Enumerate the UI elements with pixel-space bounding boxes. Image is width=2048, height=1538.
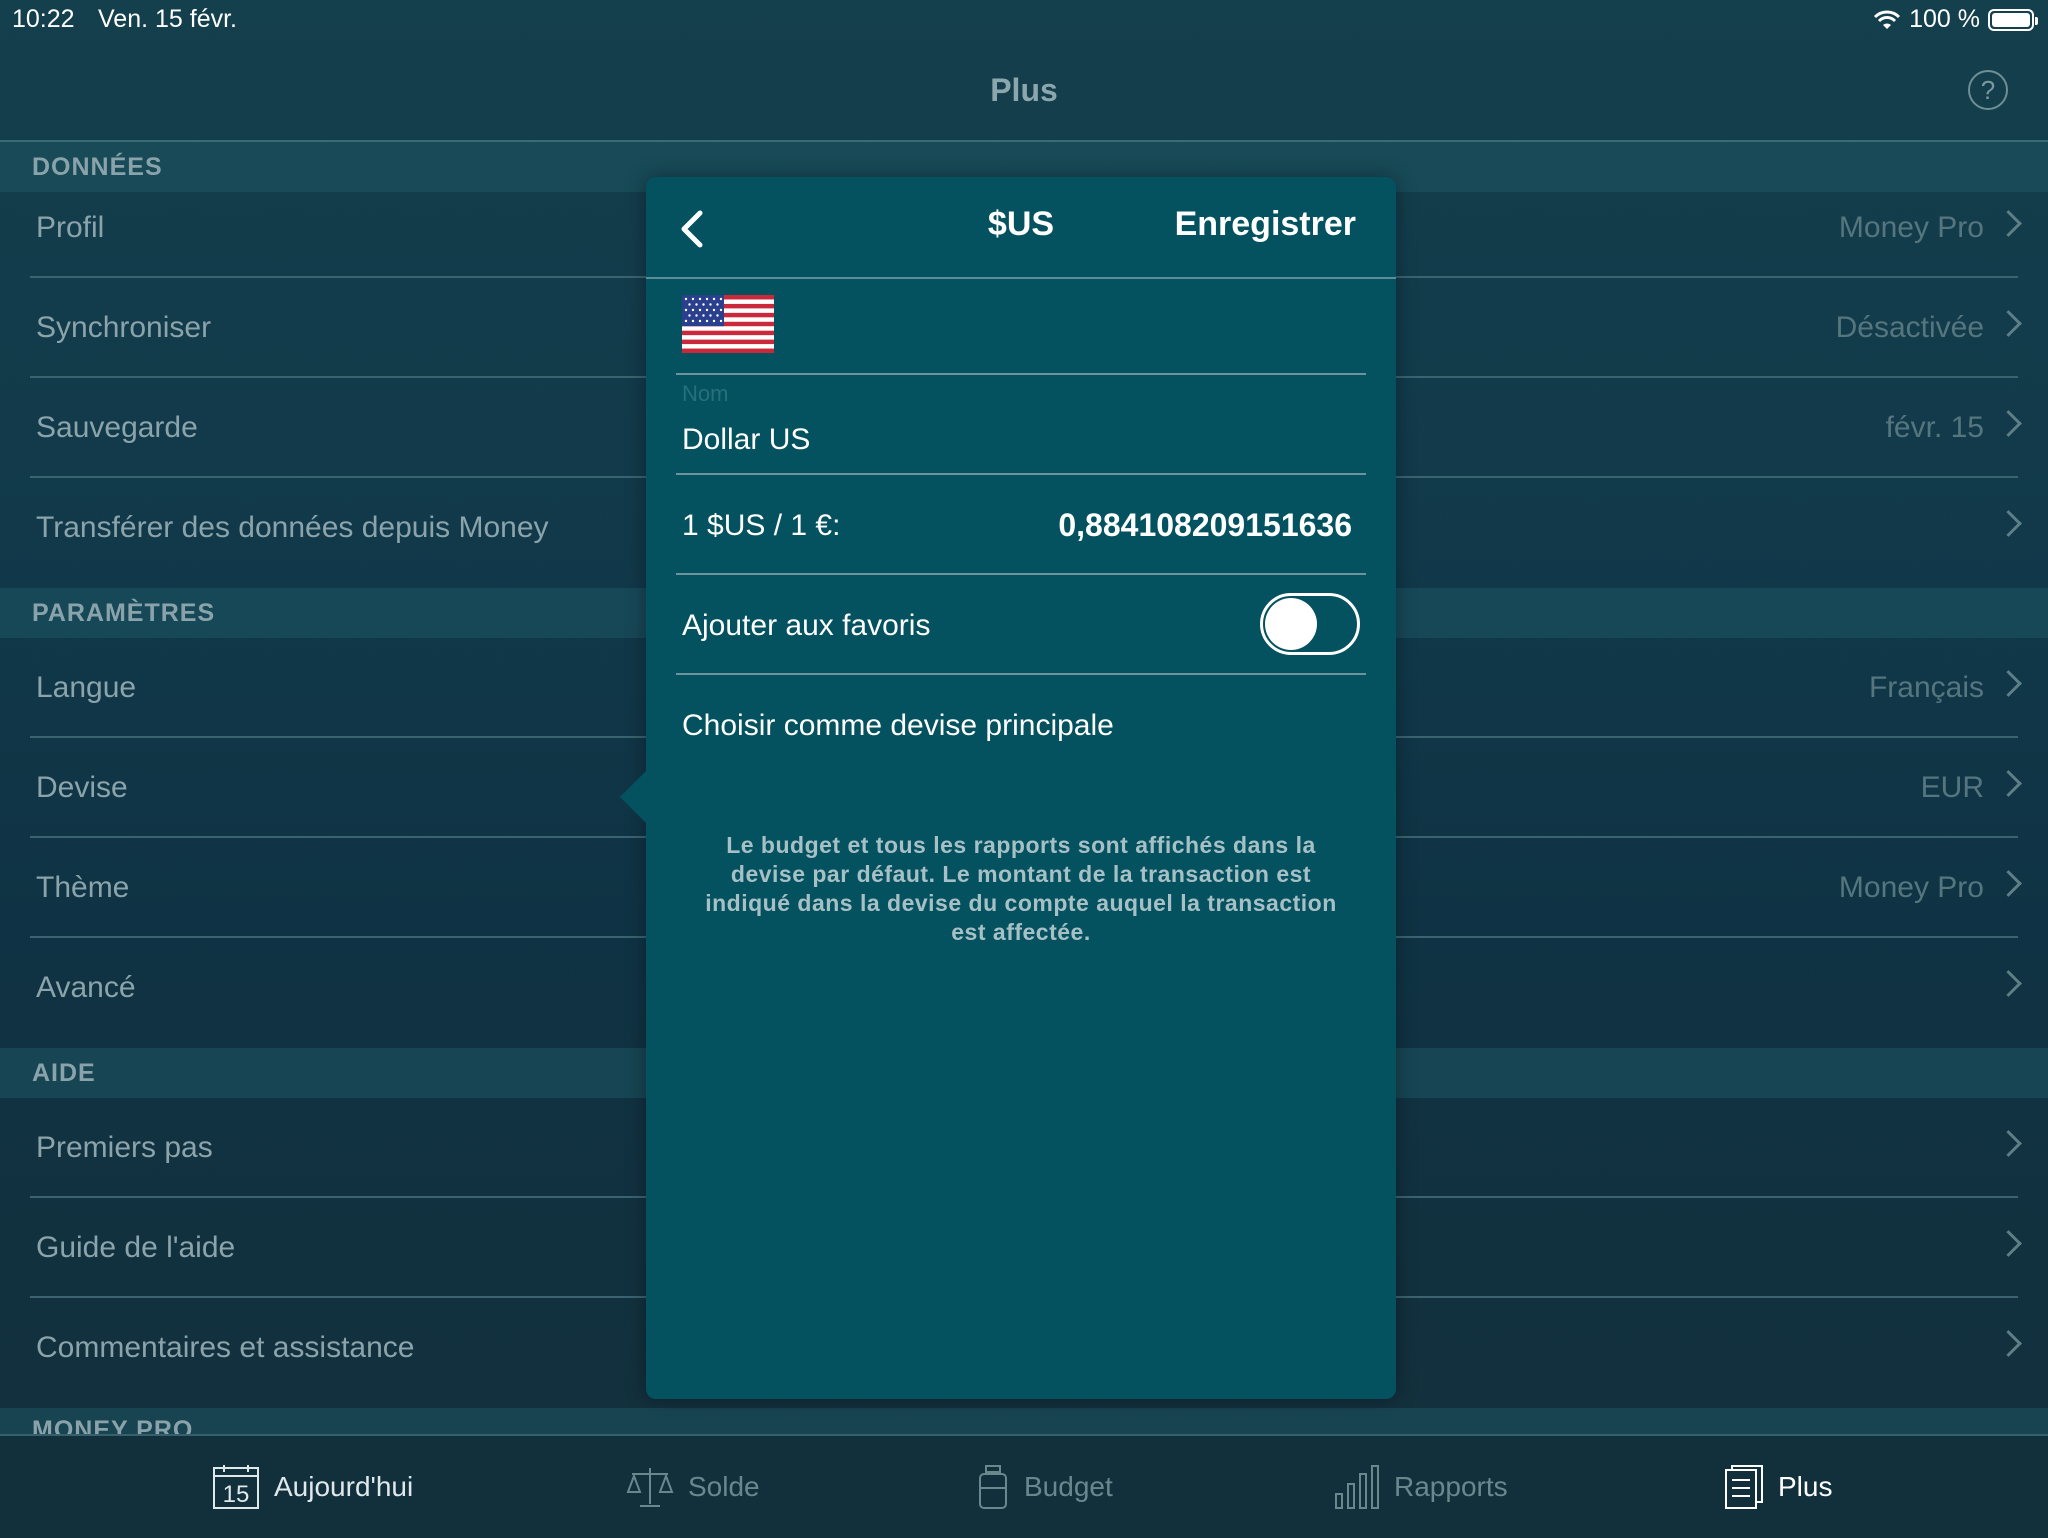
chevron-right-icon bbox=[1995, 1330, 2022, 1357]
tab-balance[interactable]: Solde bbox=[626, 1462, 760, 1512]
tab-label: Solde bbox=[688, 1471, 760, 1502]
row-label: Commentaires et assistance bbox=[36, 1331, 415, 1364]
page-title: Plus bbox=[990, 72, 1058, 108]
exchange-rate-label: 1 $US / 1 €: bbox=[682, 509, 841, 542]
tab-label: Plus bbox=[1778, 1471, 1833, 1502]
row-value: EUR bbox=[1920, 771, 1984, 804]
status-time: 10:22 bbox=[12, 5, 75, 33]
chevron-right-icon bbox=[1995, 1130, 2022, 1157]
status-date: Ven. 15 févr. bbox=[98, 5, 237, 33]
status-bar: 10:22 Ven. 15 févr. 100 % bbox=[0, 0, 2048, 40]
battery-percent: 100 % bbox=[1909, 5, 1980, 33]
scale-icon bbox=[626, 1468, 674, 1507]
currency-info-note: Le budget et tous les rapports sont affi… bbox=[705, 832, 1337, 945]
tab-label: Budget bbox=[1024, 1471, 1113, 1502]
tab-reports[interactable]: Rapports bbox=[1334, 1462, 1508, 1512]
row-label: Sauvegarde bbox=[36, 411, 198, 444]
us-flag-icon[interactable] bbox=[682, 295, 774, 353]
section-header-moneypro: MONEY PRO bbox=[0, 1408, 2048, 1434]
row-label: Premiers pas bbox=[36, 1131, 213, 1164]
name-field[interactable]: Dollar US bbox=[682, 423, 810, 457]
tab-label: Rapports bbox=[1394, 1471, 1508, 1502]
row-value: Money Pro bbox=[1838, 871, 1984, 904]
row-value: Money Pro bbox=[1838, 211, 1984, 244]
tab-today[interactable]: 15 Aujourd'hui bbox=[212, 1462, 413, 1512]
popover-divider bbox=[676, 573, 1366, 575]
chevron-right-icon bbox=[1995, 870, 2022, 897]
row-label: Avancé bbox=[36, 971, 136, 1004]
chevron-right-icon bbox=[1995, 1230, 2022, 1257]
row-label: Devise bbox=[36, 771, 128, 804]
row-value: févr. 15 bbox=[1885, 411, 1984, 444]
tab-bar: 15 Aujourd'hui Solde Budget Rapports Plu… bbox=[0, 1434, 2048, 1538]
bar-chart-icon bbox=[1335, 1465, 1379, 1509]
battery-icon bbox=[1988, 8, 2038, 31]
jar-icon bbox=[979, 1465, 1007, 1509]
popover-header: $US Enregistrer bbox=[646, 177, 1396, 279]
name-field-label: Nom bbox=[682, 381, 729, 406]
chevron-right-icon bbox=[1995, 970, 2022, 997]
chevron-right-icon bbox=[1995, 510, 2022, 537]
tab-label: Aujourd'hui bbox=[274, 1471, 414, 1502]
tab-more[interactable]: Plus bbox=[1724, 1462, 1832, 1512]
status-right: 100 % bbox=[1873, 5, 2038, 34]
toggle-knob bbox=[1265, 598, 1317, 650]
chevron-right-icon bbox=[1995, 210, 2022, 237]
row-label: Profil bbox=[36, 211, 105, 244]
favorite-label: Ajouter aux favoris bbox=[682, 609, 931, 642]
nav-bar: Plus ? bbox=[0, 40, 2048, 142]
exchange-rate-field[interactable]: 0,884108209151636 bbox=[1058, 507, 1352, 544]
chevron-right-icon bbox=[1995, 670, 2022, 697]
row-label: Guide de l'aide bbox=[36, 1231, 236, 1264]
popover-divider bbox=[676, 673, 1366, 675]
popover-arrow bbox=[620, 771, 646, 823]
row-label: Synchroniser bbox=[36, 311, 212, 344]
popover-divider bbox=[676, 473, 1366, 475]
document-icon bbox=[1725, 1465, 1763, 1509]
chevron-right-icon bbox=[1995, 770, 2022, 797]
row-value: Désactivée bbox=[1835, 311, 1984, 344]
row-label: Transférer des données depuis Money bbox=[36, 511, 549, 544]
wifi-icon bbox=[1874, 10, 1901, 29]
chevron-right-icon bbox=[1995, 410, 2022, 437]
calendar-day: 15 bbox=[223, 1481, 250, 1508]
row-label: Langue bbox=[36, 671, 137, 704]
set-main-currency-button[interactable]: Choisir comme devise principale bbox=[682, 709, 1114, 743]
tab-budget[interactable]: Budget bbox=[976, 1462, 1113, 1512]
favorite-toggle[interactable] bbox=[1260, 593, 1360, 655]
chevron-right-icon bbox=[1995, 310, 2022, 337]
save-button[interactable]: Enregistrer bbox=[1175, 205, 1356, 244]
popover-divider bbox=[676, 373, 1366, 375]
row-value: Français bbox=[1868, 671, 1984, 704]
help-button[interactable]: ? bbox=[1968, 70, 2008, 110]
calendar-icon: 15 bbox=[213, 1465, 259, 1509]
currency-edit-popover: $US Enregistrer Nom Dollar US 1 $US / 1 … bbox=[620, 177, 1396, 1399]
row-label: Thème bbox=[36, 871, 130, 904]
